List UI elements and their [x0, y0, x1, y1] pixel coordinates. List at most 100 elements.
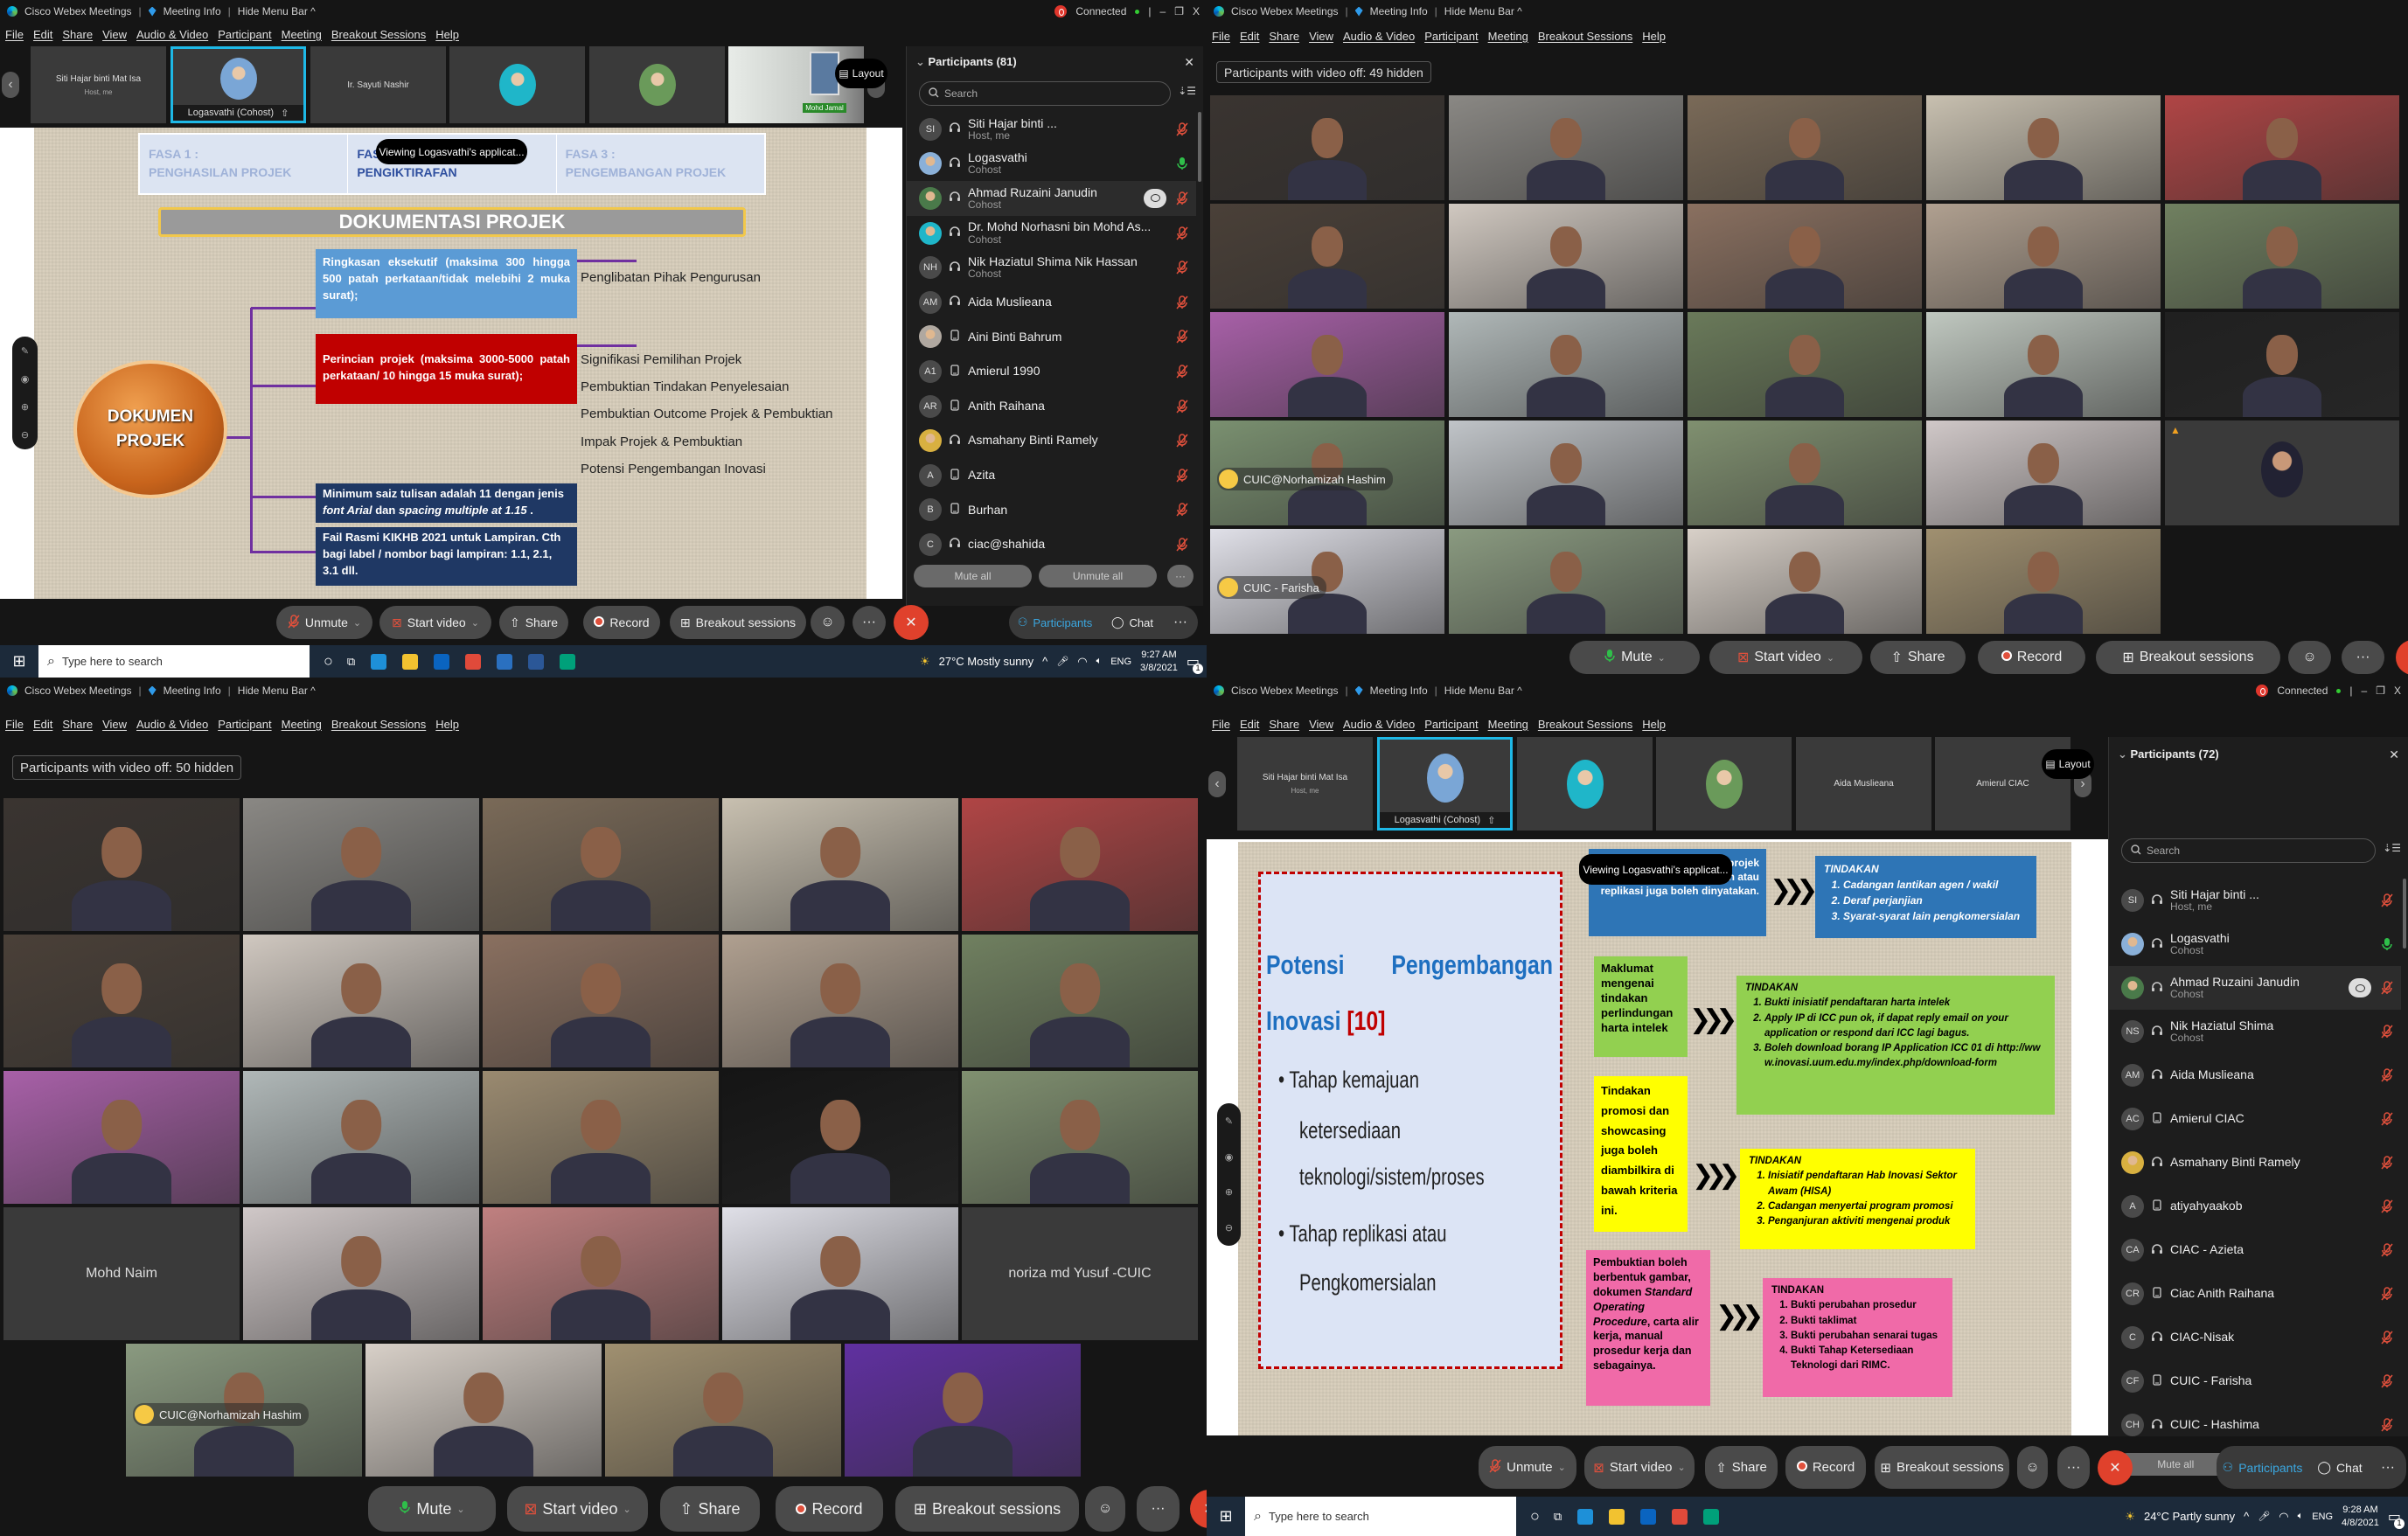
- cortana-icon[interactable]: ○: [1530, 1507, 1540, 1526]
- menu-participant[interactable]: Participant: [1424, 718, 1478, 731]
- mic-muted-icon[interactable]: [1173, 295, 1191, 309]
- mic-muted-icon[interactable]: [1173, 330, 1191, 344]
- participant-video-tile[interactable]: CUIC@Norhamizah Hashim: [126, 1344, 362, 1477]
- participant-video-tile[interactable]: [1449, 95, 1683, 200]
- record-button[interactable]: Record: [583, 606, 660, 639]
- mic-muted-icon[interactable]: [1173, 191, 1191, 205]
- close-panel-button[interactable]: ✕: [1184, 55, 1194, 70]
- strip-participant-tile[interactable]: [589, 46, 725, 123]
- layout-button[interactable]: ▤ Layout: [2042, 749, 2094, 779]
- participant-row[interactable]: Logasvathi Cohost: [907, 147, 1196, 182]
- language-indicator[interactable]: ENG: [1110, 657, 1131, 667]
- start-video-button[interactable]: ⊠ Start video ⌄: [1709, 641, 1862, 674]
- mic-active-icon[interactable]: [2378, 937, 2396, 951]
- share-button[interactable]: ⇧ Share: [1870, 641, 1966, 674]
- share-button[interactable]: ⇧ Share: [660, 1486, 760, 1532]
- strip-participant-tile[interactable]: Siti Hajar binti Mat Isa Host, me: [1237, 737, 1373, 831]
- participant-row[interactable]: NS Nik Haziatul Shima Cohost: [2109, 1010, 2401, 1053]
- strip-participant-tile[interactable]: [449, 46, 585, 123]
- strip-prev-button[interactable]: ‹: [1208, 770, 1226, 797]
- participant-video-tile[interactable]: [1688, 204, 1922, 309]
- participant-video-tile[interactable]: [1210, 204, 1444, 309]
- edge-icon[interactable]: [1577, 1508, 1594, 1525]
- reactions-button[interactable]: ☺: [811, 606, 845, 639]
- chevron-down-icon[interactable]: ⌄: [1678, 1462, 1686, 1473]
- participant-video-tile[interactable]: [1210, 312, 1444, 417]
- more-options-button[interactable]: ···: [1167, 565, 1194, 587]
- outlook-icon[interactable]: [1640, 1508, 1657, 1525]
- collapse-chevron-icon[interactable]: ⌄: [915, 55, 929, 68]
- participant-video-tile[interactable]: CUIC@Norhamizah Hashim: [1210, 420, 1444, 525]
- strip-participant-tile[interactable]: [1517, 737, 1653, 831]
- menu-edit[interactable]: Edit: [1240, 718, 1259, 731]
- mic-muted-icon[interactable]: [1173, 538, 1191, 552]
- chevron-down-icon[interactable]: ⌄: [1827, 652, 1834, 664]
- breakout-sessions-button[interactable]: ⊞ Breakout sessions: [670, 606, 806, 639]
- menu-file[interactable]: File: [5, 718, 24, 731]
- participant-video-tile[interactable]: [1449, 204, 1683, 309]
- participant-video-tile[interactable]: [2165, 95, 2399, 200]
- chevron-down-icon[interactable]: ⌄: [353, 617, 361, 629]
- task-view-icon[interactable]: ⧉: [347, 655, 355, 669]
- chat-toggle-button[interactable]: ◯ Chat: [1103, 606, 1161, 639]
- participant-video-tile[interactable]: [3, 798, 240, 931]
- participant-row[interactable]: CR Ciac Anith Raihana: [2109, 1272, 2401, 1316]
- leave-meeting-button[interactable]: ✕: [894, 605, 929, 640]
- notification-button[interactable]: ▭ 1: [2388, 1508, 2405, 1529]
- mic-muted-icon[interactable]: [2378, 1374, 2396, 1388]
- reactions-button[interactable]: ☺: [2017, 1446, 2048, 1489]
- photos-icon[interactable]: [497, 653, 513, 670]
- menu-audio-video[interactable]: Audio & Video: [1343, 30, 1415, 43]
- menu-help[interactable]: Help: [1642, 718, 1666, 731]
- zoom-out-icon[interactable]: ⊖: [21, 429, 29, 441]
- participant-video-tile[interactable]: [483, 1207, 719, 1340]
- participant-video-tile[interactable]: [1926, 312, 2161, 417]
- menu-breakout-sessions[interactable]: Breakout Sessions: [331, 718, 426, 731]
- participant-row[interactable]: AM Aida Muslieana: [2109, 1053, 2401, 1097]
- participant-video-tile[interactable]: [243, 1207, 479, 1340]
- participant-video-tile[interactable]: [1926, 95, 2161, 200]
- hide-menu-bar-button[interactable]: Hide Menu Bar ^: [1444, 5, 1522, 17]
- mic-muted-icon[interactable]: [2378, 1287, 2396, 1301]
- more-button[interactable]: ···: [2342, 641, 2384, 674]
- mute-button[interactable]: Mute ⌄: [1569, 641, 1700, 674]
- participant-video-tile[interactable]: [962, 1071, 1198, 1204]
- participant-row[interactable]: Aini Binti Bahrum: [907, 320, 1196, 355]
- participant-video-tile[interactable]: [962, 798, 1198, 931]
- strip-participant-tile[interactable]: Logasvathi (Cohost) ⇧: [171, 46, 306, 123]
- menu-edit[interactable]: Edit: [33, 718, 52, 731]
- pen-icon[interactable]: ✎: [1225, 1116, 1233, 1127]
- participant-row[interactable]: Dr. Mohd Norhasni bin Mohd As... Cohost: [907, 216, 1196, 251]
- mute-all-button[interactable]: Mute all: [914, 565, 1032, 587]
- outlook-icon[interactable]: [434, 653, 450, 670]
- menu-file[interactable]: File: [1212, 718, 1230, 731]
- mic-active-icon[interactable]: [1173, 156, 1191, 170]
- participant-video-tile[interactable]: [1688, 420, 1922, 525]
- pen-icon[interactable]: ✎: [21, 345, 29, 357]
- participant-row[interactable]: AC Amierul CIAC: [2109, 1097, 2401, 1141]
- participant-video-tile[interactable]: CUIC - Farisha: [1210, 529, 1444, 634]
- participant-row[interactable]: NH Nik Haziatul Shima Nik Hassan Cohost: [907, 250, 1196, 285]
- close-window-button[interactable]: X: [1193, 5, 1200, 17]
- minimize-button[interactable]: –: [2362, 685, 2368, 697]
- restore-button[interactable]: ❐: [1174, 5, 1184, 17]
- participant-video-tile[interactable]: [1688, 312, 1922, 417]
- participant-video-tile[interactable]: [722, 1207, 958, 1340]
- panel-more-button[interactable]: ···: [1163, 606, 1198, 639]
- participant-tile-video-off[interactable]: noriza md Yusuf -CUIC: [962, 1207, 1198, 1340]
- participant-video-tile[interactable]: [2165, 312, 2399, 417]
- participant-video-tile[interactable]: [243, 1071, 479, 1204]
- mic-muted-icon[interactable]: [1173, 261, 1191, 275]
- menu-view[interactable]: View: [102, 718, 127, 731]
- participant-video-tile[interactable]: [483, 935, 719, 1067]
- chevron-down-icon[interactable]: ⌄: [456, 1504, 464, 1515]
- participant-row[interactable]: SI Siti Hajar binti ... Host, me: [907, 112, 1196, 147]
- chrome-icon[interactable]: [465, 653, 482, 670]
- participant-row[interactable]: Aatiyahyaakob: [2109, 1185, 2401, 1228]
- tray-chevron-icon[interactable]: ^: [2244, 1510, 2249, 1523]
- participant-row[interactable]: Asmahany Binti Ramely: [2109, 1141, 2401, 1185]
- taskbar-search-input[interactable]: ⌕ Type here to search: [1245, 1497, 1516, 1536]
- windows-start-button[interactable]: ⊞: [0, 652, 38, 671]
- participant-tile-video-off[interactable]: Mohd Naim: [3, 1207, 240, 1340]
- menu-breakout-sessions[interactable]: Breakout Sessions: [1538, 718, 1632, 731]
